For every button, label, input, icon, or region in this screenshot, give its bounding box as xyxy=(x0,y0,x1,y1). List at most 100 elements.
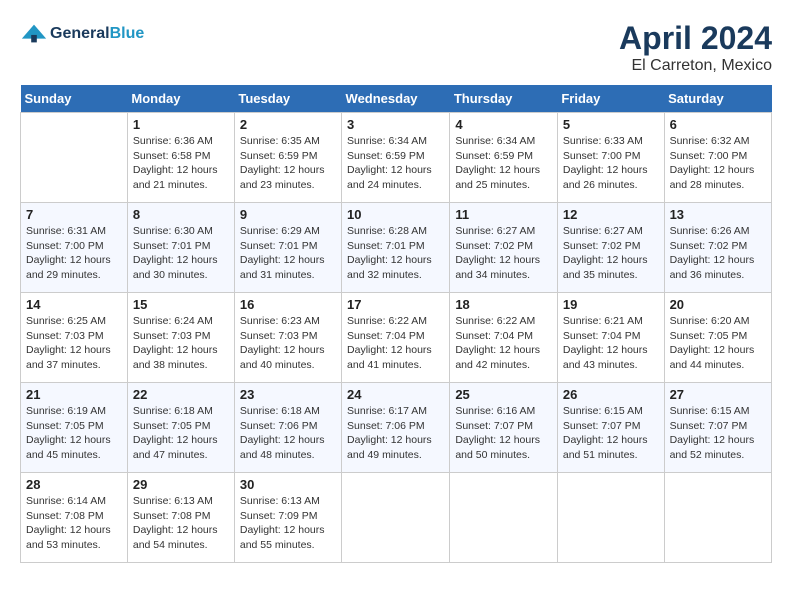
calendar-cell: 24 Sunrise: 6:17 AMSunset: 7:06 PMDayligh… xyxy=(342,383,450,473)
calendar-cell: 19 Sunrise: 6:21 AMSunset: 7:04 PMDayligh… xyxy=(557,293,664,383)
month-year-title: April 2024 xyxy=(619,20,772,57)
calendar-cell: 18 Sunrise: 6:22 AMSunset: 7:04 PMDayligh… xyxy=(450,293,558,383)
day-number: 20 xyxy=(670,297,766,312)
calendar-cell: 28 Sunrise: 6:14 AMSunset: 7:08 PMDayligh… xyxy=(21,473,128,563)
calendar-cell: 5 Sunrise: 6:33 AMSunset: 7:00 PMDaylight… xyxy=(557,113,664,203)
day-number: 17 xyxy=(347,297,444,312)
day-info: Sunrise: 6:18 AMSunset: 7:06 PMDaylight:… xyxy=(240,404,336,463)
day-number: 24 xyxy=(347,387,444,402)
calendar-cell: 12 Sunrise: 6:27 AMSunset: 7:02 PMDayligh… xyxy=(557,203,664,293)
day-number: 12 xyxy=(563,207,659,222)
calendar-cell xyxy=(450,473,558,563)
day-number: 2 xyxy=(240,117,336,132)
day-info: Sunrise: 6:13 AMSunset: 7:09 PMDaylight:… xyxy=(240,494,336,553)
calendar-cell: 25Sunrise: 6:16 AMSunset: 7:07 PMDayligh… xyxy=(450,383,558,473)
day-number: 26 xyxy=(563,387,659,402)
day-number: 28 xyxy=(26,477,122,492)
day-number: 9 xyxy=(240,207,336,222)
day-number: 11 xyxy=(455,207,552,222)
day-info: Sunrise: 6:22 AMSunset: 7:04 PMDaylight:… xyxy=(347,314,444,373)
logo-text-block: GeneralBlue xyxy=(50,25,144,43)
day-info: Sunrise: 6:25 AMSunset: 7:03 PMDaylight:… xyxy=(26,314,122,373)
calendar-cell: 23Sunrise: 6:18 AMSunset: 7:06 PMDayligh… xyxy=(234,383,341,473)
calendar-table: SundayMondayTuesdayWednesdayThursdayFrid… xyxy=(20,85,772,563)
calendar-cell xyxy=(664,473,771,563)
day-info: Sunrise: 6:20 AMSunset: 7:05 PMDaylight:… xyxy=(670,314,766,373)
calendar-cell: 14 Sunrise: 6:25 AMSunset: 7:03 PMDayligh… xyxy=(21,293,128,383)
calendar-cell: 4 Sunrise: 6:34 AMSunset: 6:59 PMDaylight… xyxy=(450,113,558,203)
calendar-cell: 1Sunrise: 6:36 AMSunset: 6:58 PMDaylight… xyxy=(127,113,234,203)
calendar-cell: 9 Sunrise: 6:29 AMSunset: 7:01 PMDaylight… xyxy=(234,203,341,293)
day-info: Sunrise: 6:22 AMSunset: 7:04 PMDaylight:… xyxy=(455,314,552,373)
day-number: 14 xyxy=(26,297,122,312)
day-info: Sunrise: 6:33 AMSunset: 7:00 PMDaylight:… xyxy=(563,134,659,193)
logo: GeneralBlue xyxy=(20,20,144,48)
calendar-cell: 21Sunrise: 6:19 AMSunset: 7:05 PMDayligh… xyxy=(21,383,128,473)
weekday-header-saturday: Saturday xyxy=(664,85,771,113)
calendar-cell: 17 Sunrise: 6:22 AMSunset: 7:04 PMDayligh… xyxy=(342,293,450,383)
weekday-header-thursday: Thursday xyxy=(450,85,558,113)
day-info: Sunrise: 6:30 AMSunset: 7:01 PMDaylight:… xyxy=(133,224,229,283)
day-number: 13 xyxy=(670,207,766,222)
calendar-cell: 27 Sunrise: 6:15 AMSunset: 7:07 PMDayligh… xyxy=(664,383,771,473)
day-info: Sunrise: 6:24 AMSunset: 7:03 PMDaylight:… xyxy=(133,314,229,373)
calendar-cell: 30 Sunrise: 6:13 AMSunset: 7:09 PMDayligh… xyxy=(234,473,341,563)
calendar-header-row: SundayMondayTuesdayWednesdayThursdayFrid… xyxy=(21,85,772,113)
calendar-week-row: 14 Sunrise: 6:25 AMSunset: 7:03 PMDayligh… xyxy=(21,293,772,383)
calendar-cell: 10Sunrise: 6:28 AMSunset: 7:01 PMDayligh… xyxy=(342,203,450,293)
calendar-week-row: 28 Sunrise: 6:14 AMSunset: 7:08 PMDayligh… xyxy=(21,473,772,563)
calendar-cell: 22 Sunrise: 6:18 AMSunset: 7:05 PMDayligh… xyxy=(127,383,234,473)
day-number: 25 xyxy=(455,387,552,402)
day-info: Sunrise: 6:27 AMSunset: 7:02 PMDaylight:… xyxy=(563,224,659,283)
day-info: Sunrise: 6:27 AMSunset: 7:02 PMDaylight:… xyxy=(455,224,552,283)
day-number: 22 xyxy=(133,387,229,402)
day-info: Sunrise: 6:14 AMSunset: 7:08 PMDaylight:… xyxy=(26,494,122,553)
weekday-header-monday: Monday xyxy=(127,85,234,113)
day-info: Sunrise: 6:34 AMSunset: 6:59 PMDaylight:… xyxy=(347,134,444,193)
calendar-cell: 6Sunrise: 6:32 AMSunset: 7:00 PMDaylight… xyxy=(664,113,771,203)
day-number: 29 xyxy=(133,477,229,492)
calendar-cell: 15 Sunrise: 6:24 AMSunset: 7:03 PMDayligh… xyxy=(127,293,234,383)
calendar-cell: 29Sunrise: 6:13 AMSunset: 7:08 PMDayligh… xyxy=(127,473,234,563)
day-number: 4 xyxy=(455,117,552,132)
day-info: Sunrise: 6:23 AMSunset: 7:03 PMDaylight:… xyxy=(240,314,336,373)
day-number: 5 xyxy=(563,117,659,132)
location-subtitle: El Carreton, Mexico xyxy=(619,57,772,75)
day-number: 10 xyxy=(347,207,444,222)
weekday-header-sunday: Sunday xyxy=(21,85,128,113)
day-number: 16 xyxy=(240,297,336,312)
calendar-week-row: 21Sunrise: 6:19 AMSunset: 7:05 PMDayligh… xyxy=(21,383,772,473)
day-number: 27 xyxy=(670,387,766,402)
day-number: 8 xyxy=(133,207,229,222)
day-info: Sunrise: 6:17 AMSunset: 7:06 PMDaylight:… xyxy=(347,404,444,463)
day-number: 18 xyxy=(455,297,552,312)
calendar-cell xyxy=(342,473,450,563)
calendar-cell xyxy=(21,113,128,203)
calendar-cell: 16 Sunrise: 6:23 AMSunset: 7:03 PMDayligh… xyxy=(234,293,341,383)
logo-blue: Blue xyxy=(110,25,145,42)
day-info: Sunrise: 6:15 AMSunset: 7:07 PMDaylight:… xyxy=(670,404,766,463)
day-number: 15 xyxy=(133,297,229,312)
day-number: 1 xyxy=(133,117,229,132)
calendar-cell: 7 Sunrise: 6:31 AMSunset: 7:00 PMDaylight… xyxy=(21,203,128,293)
day-info: Sunrise: 6:19 AMSunset: 7:05 PMDaylight:… xyxy=(26,404,122,463)
day-info: Sunrise: 6:29 AMSunset: 7:01 PMDaylight:… xyxy=(240,224,336,283)
day-info: Sunrise: 6:35 AMSunset: 6:59 PMDaylight:… xyxy=(240,134,336,193)
day-info: Sunrise: 6:18 AMSunset: 7:05 PMDaylight:… xyxy=(133,404,229,463)
weekday-header-friday: Friday xyxy=(557,85,664,113)
calendar-week-row: 1Sunrise: 6:36 AMSunset: 6:58 PMDaylight… xyxy=(21,113,772,203)
calendar-cell: 8 Sunrise: 6:30 AMSunset: 7:01 PMDaylight… xyxy=(127,203,234,293)
day-info: Sunrise: 6:21 AMSunset: 7:04 PMDaylight:… xyxy=(563,314,659,373)
day-info: Sunrise: 6:31 AMSunset: 7:00 PMDaylight:… xyxy=(26,224,122,283)
page-header: GeneralBlue April 2024 El Carreton, Mexi… xyxy=(20,20,772,75)
day-number: 19 xyxy=(563,297,659,312)
day-info: Sunrise: 6:34 AMSunset: 6:59 PMDaylight:… xyxy=(455,134,552,193)
day-number: 30 xyxy=(240,477,336,492)
title-block: April 2024 El Carreton, Mexico xyxy=(619,20,772,75)
day-number: 7 xyxy=(26,207,122,222)
calendar-week-row: 7 Sunrise: 6:31 AMSunset: 7:00 PMDaylight… xyxy=(21,203,772,293)
logo-general: General xyxy=(50,25,110,42)
day-info: Sunrise: 6:26 AMSunset: 7:02 PMDaylight:… xyxy=(670,224,766,283)
weekday-header-wednesday: Wednesday xyxy=(342,85,450,113)
calendar-cell: 2 Sunrise: 6:35 AMSunset: 6:59 PMDaylight… xyxy=(234,113,341,203)
